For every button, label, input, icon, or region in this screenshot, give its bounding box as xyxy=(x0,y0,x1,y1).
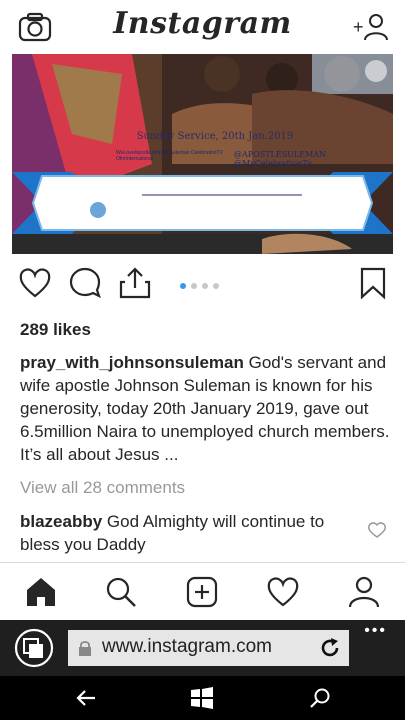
view-all-comments-link[interactable]: View all 28 comments xyxy=(20,478,185,498)
caption-username[interactable]: pray_with_johnsonsuleman xyxy=(20,353,244,372)
comment-icon[interactable] xyxy=(68,266,102,300)
windows-start-icon[interactable] xyxy=(190,686,214,710)
carousel-indicator xyxy=(180,283,219,289)
carousel-dot xyxy=(180,283,186,289)
comment: blazeabby God Almighty will continue to … xyxy=(20,510,360,556)
back-arrow-icon[interactable] xyxy=(74,686,98,710)
comment-username[interactable]: blazeabby xyxy=(20,512,102,531)
carousel-dot xyxy=(191,283,197,289)
comment-like-heart-icon[interactable] xyxy=(367,521,387,539)
more-options-button[interactable]: ••• xyxy=(364,622,387,640)
search-icon[interactable] xyxy=(104,575,138,609)
address-url: www.instagram.com xyxy=(102,636,272,657)
profile-icon[interactable] xyxy=(347,575,381,609)
system-nav-bar xyxy=(0,676,405,720)
home-icon[interactable] xyxy=(24,575,58,609)
banner-right-text: @APOSTLESULEMAN @MyCelebrationTv xyxy=(234,150,327,168)
post-image[interactable]: Sunday Service, 20th Jan.2019 WeLoveApos… xyxy=(12,54,393,254)
search-icon[interactable] xyxy=(308,686,332,710)
top-bar: Instagram + xyxy=(0,0,405,54)
bottom-navigation xyxy=(0,562,405,620)
like-heart-icon[interactable] xyxy=(18,266,52,300)
activity-heart-icon[interactable] xyxy=(266,575,300,609)
banner-left-text: WeLoveApostleJohnsonSuleman CelebrationT… xyxy=(116,150,223,162)
browser-tabs-icon[interactable] xyxy=(14,628,54,668)
bookmark-icon[interactable] xyxy=(356,266,390,300)
share-icon[interactable] xyxy=(118,266,152,300)
carousel-next-icon[interactable] xyxy=(365,60,387,82)
event-banner xyxy=(12,172,393,234)
address-bar[interactable]: www.instagram.com xyxy=(68,630,349,666)
post-actions xyxy=(0,262,405,306)
svg-text:+: + xyxy=(353,17,364,37)
browser-bar: www.instagram.com ••• xyxy=(0,620,405,676)
refresh-icon[interactable] xyxy=(319,637,341,659)
likes-count[interactable]: 289 likes xyxy=(20,320,91,340)
instagram-logo: Instagram xyxy=(113,6,292,41)
carousel-dot xyxy=(202,283,208,289)
new-post-icon[interactable] xyxy=(185,575,219,609)
post-caption: pray_with_johnsonsuleman God's servant a… xyxy=(20,351,390,466)
banner-title: Sunday Service, 20th Jan.2019 xyxy=(136,131,294,142)
add-user-icon[interactable]: + xyxy=(353,12,389,42)
lock-icon xyxy=(79,641,91,656)
carousel-dot xyxy=(213,283,219,289)
